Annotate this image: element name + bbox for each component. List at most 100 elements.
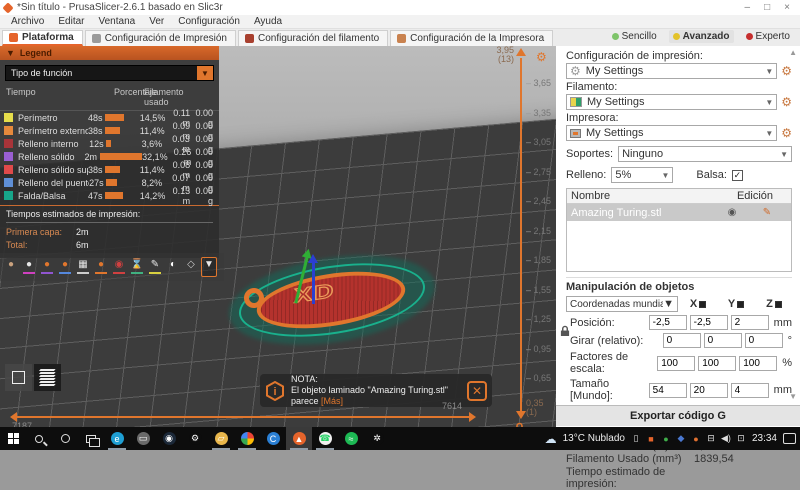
tab-configuración-de-impresión[interactable]: Configuración de Impresión xyxy=(85,30,236,46)
note-close-button[interactable]: ✕ xyxy=(467,381,487,401)
usb-icon[interactable]: ⊟ xyxy=(706,433,716,444)
whatsapp-icon[interactable]: ☎ xyxy=(312,427,338,450)
tab-configuración-del-filamento[interactable]: Configuración del filamento xyxy=(238,30,388,46)
chrome-icon[interactable] xyxy=(234,427,260,450)
position-y-input[interactable] xyxy=(690,315,728,330)
menu-item-ayuda[interactable]: Ayuda xyxy=(247,16,289,27)
rotate-z-input[interactable] xyxy=(745,333,783,348)
print-settings-dropdown[interactable]: ⚙ My Settings ▼ xyxy=(566,63,777,79)
mode-experto[interactable]: Experto xyxy=(742,30,794,43)
retractions-icon[interactable]: ▦ xyxy=(75,257,91,277)
prusaslicer-icon[interactable]: ▲ xyxy=(286,427,312,450)
travel-icon[interactable]: ◇ xyxy=(183,257,199,277)
tool-change-icon[interactable]: ● xyxy=(57,257,73,277)
view-type-dropdown[interactable]: Tipo de función ▼ xyxy=(5,65,214,81)
code-app-icon[interactable]: C xyxy=(260,427,286,450)
deretractions-icon[interactable]: ● xyxy=(93,257,109,277)
printer-gear-button[interactable]: ⚙ xyxy=(781,127,792,139)
filament-dropdown[interactable]: My Settings ▼ xyxy=(566,94,777,110)
edge-icon[interactable]: e xyxy=(104,427,130,450)
supports-dropdown[interactable]: Ninguno ▼ xyxy=(618,146,792,162)
eye-icon[interactable]: ◉ xyxy=(717,207,747,218)
feature-type-icon[interactable]: ● xyxy=(3,257,19,277)
menu-item-editar[interactable]: Editar xyxy=(51,16,91,27)
seams-icon[interactable]: ● xyxy=(21,257,37,277)
menu-item-archivo[interactable]: Archivo xyxy=(4,16,51,27)
mode-sencillo[interactable]: Sencillo xyxy=(608,30,661,43)
scale-x-input[interactable] xyxy=(657,356,695,371)
uniform-scale-lock-icon[interactable] xyxy=(560,325,570,337)
mode-avanzado[interactable]: Avanzado xyxy=(669,30,734,43)
color-print-icon[interactable]: ● xyxy=(39,257,55,277)
steam-icon[interactable]: ◉ xyxy=(156,427,182,450)
settings-gear-icon[interactable]: ⚙ xyxy=(182,427,208,450)
custom-gcode-icon[interactable]: ✎ xyxy=(147,257,163,277)
weather-text[interactable]: 13°C Nublado xyxy=(563,433,625,444)
network-icon[interactable]: ⊡ xyxy=(736,433,746,444)
collapse-arrow-icon[interactable]: ▼ xyxy=(6,48,15,58)
close-button[interactable]: × xyxy=(784,2,790,13)
size-z-input[interactable] xyxy=(731,383,769,398)
position-row: Posición:mm xyxy=(566,315,792,330)
printer-dropdown[interactable]: My Settings ▼ xyxy=(566,125,777,141)
view-3d-button[interactable] xyxy=(5,364,32,391)
print-settings-gear-button[interactable]: ⚙ xyxy=(781,65,792,77)
rotate-x-input[interactable] xyxy=(663,333,701,348)
menu-item-ventana[interactable]: Ventana xyxy=(91,16,142,27)
menu-item-configuración[interactable]: Configuración xyxy=(171,16,247,27)
layer-slider[interactable]: 3,95 (13) ⚙ 3,653,353,052,752,452,151,85… xyxy=(494,46,556,427)
position-z-input[interactable] xyxy=(731,315,769,330)
feature-color-swatch xyxy=(4,178,13,187)
shells-icon[interactable]: ◐ xyxy=(165,257,181,277)
misc-app-icon[interactable]: ✲ xyxy=(364,427,390,450)
scale-z-input[interactable] xyxy=(739,356,777,371)
cortana-button[interactable] xyxy=(52,427,78,450)
layer-up-arrow[interactable] xyxy=(516,48,526,56)
size-y-input[interactable] xyxy=(690,383,728,398)
infill-dropdown[interactable]: 5% ▼ xyxy=(611,167,673,183)
prusaslicer-tray-icon[interactable]: ■ xyxy=(646,434,656,444)
mail-icon[interactable]: ▭ xyxy=(130,427,156,450)
task-view-button[interactable] xyxy=(78,427,104,450)
clock[interactable]: 23:34 xyxy=(752,433,777,444)
scale-y-input[interactable] xyxy=(698,356,736,371)
tab-configuración-de-la-impresora[interactable]: Configuración de la Impresora xyxy=(390,30,553,46)
scroll-up-icon[interactable]: ▲ xyxy=(789,48,797,57)
raft-checkbox[interactable]: ✓ xyxy=(732,170,743,181)
view-layers-button[interactable] xyxy=(34,364,61,391)
moves-slider[interactable]: 7187 7614 xyxy=(10,414,476,427)
coordinates-dropdown[interactable]: Coordenadas mundial ▼ xyxy=(566,296,678,312)
slider-right-arrow[interactable] xyxy=(469,412,476,422)
phone-icon[interactable]: ▯ xyxy=(631,433,641,444)
note-more-link[interactable]: [Más] xyxy=(321,396,343,406)
feature-label: Relleno del puente xyxy=(18,178,89,188)
color-changes-icon[interactable]: ◉ xyxy=(111,257,127,277)
file-explorer-icon[interactable]: ▱ xyxy=(208,427,234,450)
menu-item-ver[interactable]: Ver xyxy=(142,16,171,27)
cashback-icon[interactable]: ● xyxy=(661,434,671,444)
edit-icon[interactable]: ✎ xyxy=(747,207,787,218)
position-x-input[interactable] xyxy=(649,315,687,330)
layer-down-arrow[interactable] xyxy=(516,411,526,419)
size-x-input[interactable] xyxy=(649,383,687,398)
spotify-icon[interactable]: ≈ xyxy=(338,427,364,450)
tab-plataforma[interactable]: Plataforma xyxy=(2,30,83,46)
antivirus-icon[interactable]: ◆ xyxy=(676,433,686,444)
object-row[interactable]: Amazing Turing.stl ◉ ✎ xyxy=(567,204,791,221)
rotate-y-input[interactable] xyxy=(704,333,742,348)
search-button[interactable] xyxy=(26,427,52,450)
firefox-tray-icon[interactable]: ● xyxy=(691,434,701,444)
start-button[interactable] xyxy=(0,427,26,450)
volume-icon[interactable]: ◀) xyxy=(721,433,731,444)
viewport-3d[interactable]: XD ▼ Legend Tipo de función ▼ Tiempo Por… xyxy=(0,46,556,427)
export-gcode-button[interactable]: Exportar código G xyxy=(556,405,800,426)
object-list: Nombre Edición Amazing Turing.stl ◉ ✎ xyxy=(566,188,792,272)
filament-gear-button[interactable]: ⚙ xyxy=(781,96,792,108)
minimize-button[interactable]: – xyxy=(745,2,751,13)
weather-icon[interactable]: ☁ xyxy=(545,432,557,446)
notification-center-icon[interactable] xyxy=(783,433,796,444)
legend-pin-icon[interactable]: ▼ xyxy=(201,257,217,277)
pause-prints-icon[interactable]: ⌛ xyxy=(129,257,145,277)
slider-gear-icon[interactable]: ⚙ xyxy=(536,50,547,64)
maximize-button[interactable]: □ xyxy=(764,2,770,13)
